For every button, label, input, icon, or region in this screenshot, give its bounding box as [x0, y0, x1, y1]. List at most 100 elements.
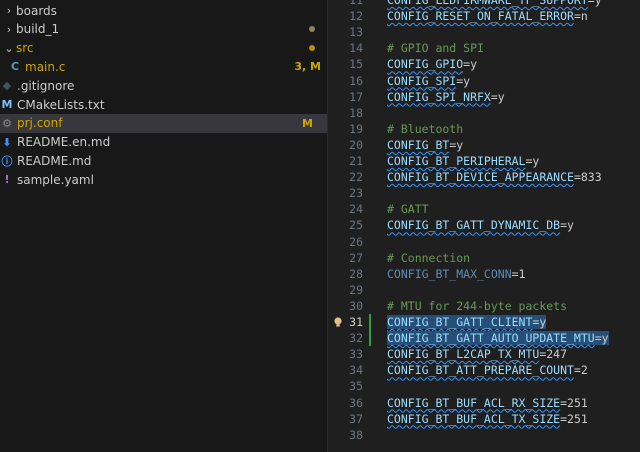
file-type-icon: ⬇ [2, 135, 12, 149]
code-text: CONFIG_SPI_NRFX=y [387, 89, 505, 104]
code-line[interactable]: 34 CONFIG_BT_ATT_PREPARE_COUNT=2 [328, 362, 640, 378]
tree-item-label: sample.yaml [17, 172, 94, 187]
code-text: CONFIG_GPIO=y [387, 57, 478, 72]
code-text: CONFIG_BT=y [387, 137, 464, 152]
tree-item-label: prj.conf [17, 116, 63, 131]
code-line[interactable]: 13 [328, 24, 640, 40]
code-line[interactable]: 29 [328, 282, 640, 298]
code-line[interactable]: 11 CONFIG_LEDFIRMWARE_TF_SUPPORT=y [328, 0, 640, 8]
line-number: 23 [349, 186, 363, 201]
code-editor[interactable]: 11 CONFIG_LEDFIRMWARE_TF_SUPPORT=y 12 CONFI… [328, 0, 640, 452]
code-line[interactable]: 17 CONFIG_SPI_NRFX=y [328, 89, 640, 105]
line-number: 26 [349, 234, 363, 249]
line-number: 37 [349, 411, 363, 426]
code-line[interactable]: 14 # GPIO and SPI [328, 40, 640, 56]
code-line[interactable]: 25 CONFIG_BT_GATT_DYNAMIC_DB=y [328, 217, 640, 233]
code-line[interactable]: 12 CONFIG_RESET_ON_FATAL_ERROR=n [328, 8, 640, 24]
tree-item-label: main.c [25, 59, 66, 74]
code-text: # Bluetooth [387, 121, 464, 136]
code-line[interactable]: 26 [328, 234, 640, 250]
code-line[interactable]: 35 [328, 378, 640, 394]
code-line[interactable]: 38 [328, 427, 640, 443]
code-line[interactable]: 37 CONFIG_BT_BUF_ACL_TX_SIZE=251 [328, 411, 640, 427]
file-type-icon: ⓘ [1, 154, 13, 168]
code-line[interactable]: 24 # GATT [328, 201, 640, 217]
line-number: 20 [349, 137, 363, 152]
file-type-icon: ⚙ [2, 116, 12, 130]
line-number: 38 [349, 427, 363, 442]
line-number: 19 [349, 121, 363, 136]
code-text: CONFIG_LEDFIRMWARE_TF_SUPPORT=y [387, 0, 602, 7]
modified-dot-icon [309, 26, 315, 33]
code-line[interactable]: 21 CONFIG_BT_PERIPHERAL=y [328, 153, 640, 169]
tree-file-sample.yaml[interactable]: ! sample.yaml [0, 170, 327, 189]
tree-folder-src[interactable]: ⌄ src [0, 39, 327, 58]
tree-item-label: CMakeLists.txt [17, 97, 105, 112]
code-text: # MTU for 244-byte packets [387, 298, 568, 313]
line-number: 13 [349, 25, 363, 40]
lightbulb-icon[interactable] [332, 316, 344, 328]
file-type-icon: M [1, 98, 13, 111]
code-line[interactable]: 18 [328, 105, 640, 121]
line-number: 33 [349, 347, 363, 362]
code-line[interactable]: 23 [328, 185, 640, 201]
code-text: CONFIG_BT_DEVICE_APPEARANCE=833 [387, 170, 602, 185]
code-text: CONFIG_BT_GATT_CLIENT=y [387, 315, 547, 329]
file-type-icon: ! [4, 173, 10, 187]
code-line[interactable]: 20 CONFIG_BT=y [328, 137, 640, 153]
modified-dot-icon [309, 45, 315, 52]
line-number: 11 [349, 0, 363, 7]
code-line[interactable]: 19 # Bluetooth [328, 121, 640, 137]
tree-item-label: .gitignore [17, 78, 75, 93]
code-text: CONFIG_RESET_ON_FATAL_ERROR=n [387, 9, 588, 24]
line-number: 16 [349, 73, 363, 88]
chevron-down-icon[interactable]: ⌄ [2, 42, 16, 55]
code-line[interactable]: 16 CONFIG_SPI=y [328, 73, 640, 89]
tree-folder-boards[interactable]: › boards [0, 1, 327, 20]
tree-file-.gitignore[interactable]: ◆ .gitignore [0, 76, 327, 95]
code-text: CONFIG_SPI=y [387, 73, 471, 88]
code-text: CONFIG_BT_PERIPHERAL=y [387, 154, 540, 168]
code-line[interactable]: 32 CONFIG_BT_GATT_AUTO_UPDATE_MTU=y [328, 330, 640, 347]
line-number: 21 [349, 154, 363, 168]
line-number: 35 [349, 379, 363, 394]
code-line[interactable]: 30 # MTU for 244-byte packets [328, 298, 640, 314]
tree-item-label: README.md [17, 153, 92, 168]
file-type-icon: ◆ [2, 79, 12, 93]
tree-item-label: src [16, 41, 34, 56]
line-number: 12 [349, 9, 363, 24]
line-number: 27 [349, 250, 363, 265]
code-text: CONFIG_BT_GATT_DYNAMIC_DB=y [387, 218, 574, 233]
code-line[interactable]: 28 CONFIG_BT_MAX_CONN=1 [328, 266, 640, 282]
tree-folder-build_1[interactable]: › build_1 [0, 20, 327, 39]
tree-file-README.en.md[interactable]: ⬇ README.en.md [0, 133, 327, 152]
tree-file-main.c[interactable]: Cmain.c 3, M [0, 57, 327, 76]
line-number: 29 [349, 282, 363, 297]
code-line[interactable]: 31 CONFIG_BT_GATT_CLIENT=y [328, 314, 640, 330]
tree-file-README.md[interactable]: ⓘ README.md [0, 151, 327, 170]
line-number: 18 [349, 105, 363, 120]
chevron-right-icon[interactable]: › [2, 4, 16, 17]
tree-file-CMakeLists.txt[interactable]: M CMakeLists.txt [0, 95, 327, 114]
line-number: 14 [349, 41, 363, 56]
tree-item-label: build_1 [16, 22, 60, 37]
line-number: 36 [349, 395, 363, 410]
line-number: 17 [349, 89, 363, 104]
code-line[interactable]: 33 CONFIG_BT_L2CAP_TX_MTU=247 [328, 346, 640, 362]
line-number: 30 [349, 298, 363, 313]
code-line[interactable]: 36 CONFIG_BT_BUF_ACL_RX_SIZE=251 [328, 395, 640, 411]
code-line[interactable]: 22 CONFIG_BT_DEVICE_APPEARANCE=833 [328, 169, 640, 185]
code-line[interactable]: 15 CONFIG_GPIO=y [328, 56, 640, 72]
file-type-icon: C [10, 60, 20, 74]
tree-file-prj.conf[interactable]: ⚙ prj.conf M [0, 113, 327, 133]
tree-item-label: README.en.md [17, 135, 111, 150]
code-text: # Connection [387, 250, 471, 265]
code-line[interactable]: 27 # Connection [328, 250, 640, 266]
line-number: 15 [349, 57, 363, 72]
line-number: 25 [349, 218, 363, 233]
tree-item-label: boards [16, 3, 57, 18]
line-number: 22 [349, 170, 363, 185]
chevron-right-icon[interactable]: › [2, 23, 16, 36]
git-added-gutter-mark [369, 330, 371, 347]
code-text: CONFIG_BT_BUF_ACL_RX_SIZE=251 [387, 395, 588, 410]
